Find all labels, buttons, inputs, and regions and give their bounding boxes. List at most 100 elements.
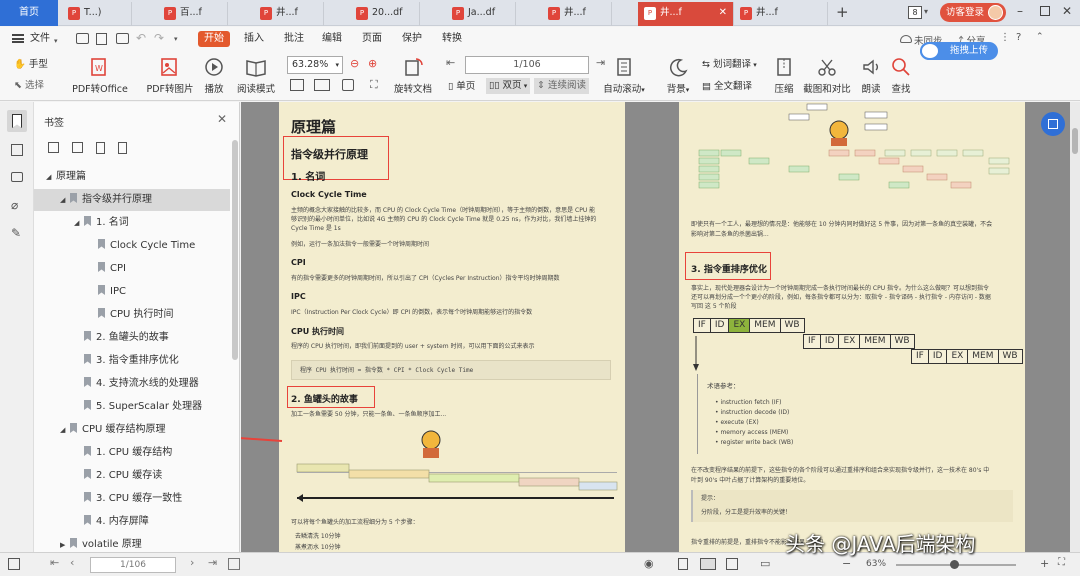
tab-doc-2[interactable]: P 百...f — [158, 2, 228, 26]
first-page-icon[interactable]: ⇤ — [446, 56, 455, 69]
collapse-triangle-icon[interactable]: ◢ — [74, 212, 84, 234]
add-bookmark-icon[interactable] — [96, 142, 105, 154]
collapse-triangle-icon[interactable]: ◢ — [60, 419, 70, 441]
close-window-icon[interactable]: ✕ — [1062, 4, 1072, 18]
rotate-button[interactable]: 旋转文档 — [392, 57, 434, 95]
tab-doc-active[interactable]: P 井...f ✕ — [638, 2, 734, 26]
comment-icon[interactable] — [11, 172, 23, 182]
new-tab-plus-icon[interactable]: + — [836, 3, 849, 21]
single-page-icon[interactable] — [678, 558, 688, 570]
print-icon[interactable] — [116, 33, 129, 44]
menu-edit[interactable]: 编辑 — [316, 31, 348, 47]
first-page-icon[interactable]: ⇤ — [50, 556, 59, 569]
double-page-button[interactable]: ▯▯ 双页 ▾ — [486, 78, 531, 94]
continuous-icon[interactable] — [726, 558, 738, 570]
chevron-down-icon[interactable]: ▾ — [924, 7, 928, 16]
bookmark-item[interactable]: ◢ 1. 名词 — [34, 212, 230, 234]
zoom-select[interactable]: 63.28% ▾ — [287, 56, 343, 74]
redo-icon[interactable]: ↷ — [154, 31, 164, 45]
zoom-out-icon[interactable]: ⊖ — [350, 57, 359, 70]
fullscreen-icon[interactable]: ⛶ — [1058, 557, 1065, 568]
play-button[interactable]: 播放 — [200, 57, 228, 95]
avatar[interactable] — [988, 5, 1003, 20]
hamburger-icon[interactable] — [12, 34, 24, 43]
tab-doc-5[interactable]: P Ja...df — [446, 2, 516, 26]
help-icon[interactable]: ? — [1016, 32, 1021, 43]
menu-convert[interactable]: 转换 — [436, 31, 468, 47]
zoom-in-icon[interactable]: ⊕ — [368, 57, 377, 70]
bookmark-item[interactable]: 2. CPU 缓存读 — [34, 465, 230, 487]
cloud-sync-icon[interactable] — [900, 35, 912, 43]
bookmark-item[interactable]: IPC — [34, 281, 230, 303]
chevron-up-icon[interactable]: ⌃ — [1036, 32, 1044, 42]
background-button[interactable]: 背景▾ — [662, 57, 694, 95]
last-page-icon[interactable]: ⇥ — [208, 556, 217, 569]
more-icon[interactable]: ⋮ — [1000, 32, 1010, 43]
page-number-input[interactable]: 1/106 — [465, 56, 589, 74]
scrollbar-thumb[interactable] — [1072, 128, 1078, 154]
delete-bookmark-icon[interactable] — [118, 142, 127, 154]
menu-insert[interactable]: 插入 — [238, 31, 270, 47]
signature-icon[interactable]: ✎ — [11, 226, 21, 240]
tab-doc-8[interactable]: P 井...f — [734, 2, 828, 26]
eye-icon[interactable]: ◉ — [644, 557, 654, 570]
zoom-out-icon[interactable]: − — [842, 557, 851, 570]
status-page-input[interactable]: 1/106 — [90, 557, 176, 573]
crop-compare-button[interactable]: 截图和对比 — [802, 57, 852, 95]
compress-button[interactable]: 压缩 — [770, 57, 798, 95]
menu-file[interactable]: 文件 — [24, 31, 56, 47]
hand-tool-button[interactable]: ✋ 手型 — [14, 57, 48, 73]
maximize-icon[interactable] — [1040, 6, 1050, 16]
bookmark-item[interactable]: 1. CPU 缓存结构 — [34, 442, 230, 464]
bookmark-item[interactable]: CPU 执行时间 — [34, 304, 230, 326]
tab-home[interactable]: 首页 — [0, 0, 58, 26]
sidebar-toggle-icon[interactable] — [8, 558, 20, 570]
prev-page-icon[interactable]: ‹ — [70, 556, 74, 569]
read-mode-button[interactable]: 阅读模式 — [234, 57, 278, 95]
chevron-down-icon[interactable]: ▾ — [174, 35, 178, 43]
bookmark-item[interactable]: ◢ 指令级并行原理 — [34, 189, 230, 211]
collapse-triangle-icon[interactable]: ◢ — [60, 189, 70, 211]
zoom-in-icon[interactable]: + — [1040, 557, 1049, 570]
close-icon[interactable]: ✕ — [217, 112, 227, 126]
menu-protect[interactable]: 保护 — [396, 31, 428, 47]
tab-doc-1[interactable]: P T...) — [62, 2, 132, 26]
tab-doc-6[interactable]: P 井...f — [542, 2, 612, 26]
select-tool-button[interactable]: ⬉ 选择 — [14, 78, 44, 94]
auto-scroll-button[interactable]: 自动滚动▾ — [600, 57, 648, 95]
tab-count-badge[interactable]: 8 — [908, 6, 922, 19]
page-view-icon[interactable] — [228, 558, 240, 570]
bookmark-item[interactable]: CPI — [34, 258, 230, 280]
bookmark-item[interactable]: 4. 内存屏障 — [34, 511, 230, 533]
vertical-scrollbar[interactable] — [1070, 102, 1080, 552]
pdf-to-image-button[interactable]: PDF转图片 — [146, 57, 194, 95]
bookmark-item[interactable]: ◢ CPU 缓存结构原理 — [34, 419, 230, 441]
menu-annotate[interactable]: 批注 — [278, 31, 310, 47]
open-folder-icon[interactable] — [76, 33, 89, 44]
bookmark-item[interactable]: Clock Cycle Time — [34, 235, 230, 257]
fullscreen-icon[interactable]: ⛶ — [370, 78, 378, 92]
pdf-to-office-button[interactable]: W PDF转Office — [72, 57, 128, 95]
full-translate-button[interactable]: ▤ 全文翻译 — [702, 79, 752, 95]
tab-doc-3[interactable]: P 井...f — [254, 2, 324, 26]
bookmark-item[interactable]: 5. SuperScalar 处理器 — [34, 396, 230, 418]
save-icon[interactable] — [96, 33, 107, 45]
single-page-button[interactable]: ▯ 单页 — [448, 79, 475, 95]
next-page-icon[interactable]: › — [190, 556, 194, 569]
chevron-down-icon[interactable]: ▾ — [54, 37, 58, 45]
fit-width-icon[interactable] — [314, 79, 330, 91]
minimize-icon[interactable]: – — [1017, 4, 1023, 18]
collapse-triangle-icon[interactable]: ◢ — [46, 166, 56, 188]
sidebar-scrollbar[interactable] — [232, 140, 238, 360]
tab-doc-4[interactable]: P 20...df — [350, 2, 420, 26]
bookmark-item[interactable]: 3. 指令重排序优化 — [34, 350, 230, 372]
double-page-icon[interactable] — [700, 558, 716, 570]
read-mode-icon[interactable]: ▭ — [760, 557, 770, 570]
undo-icon[interactable]: ↶ — [136, 31, 146, 45]
zoom-slider-handle[interactable] — [950, 560, 959, 569]
bookmark-item[interactable]: 3. CPU 缓存一致性 — [34, 488, 230, 510]
menu-start[interactable]: 开始 — [198, 31, 230, 47]
bookmark-item[interactable]: 2. 鱼罐头的故事 — [34, 327, 230, 349]
actual-size-icon[interactable] — [342, 79, 354, 91]
expand-all-icon[interactable] — [48, 142, 59, 153]
